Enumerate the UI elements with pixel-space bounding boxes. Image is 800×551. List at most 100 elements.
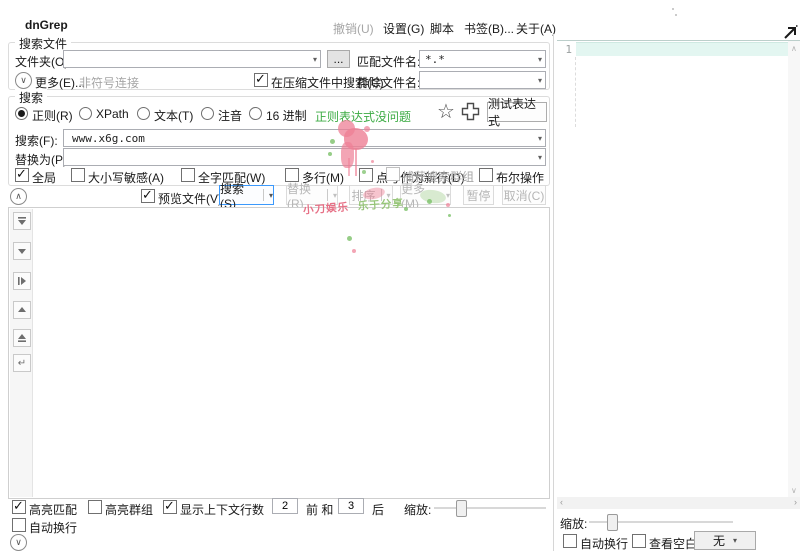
panel-splitter[interactable] [553,34,554,551]
search-type-hex-label[interactable]: 16 进制 [266,107,307,124]
chevron-up-icon: ∧ [15,191,22,201]
results-zoom-label: 缩放: [404,501,431,518]
bookmark-star-icon[interactable]: ☆ [437,99,455,124]
boolean-operators-label[interactable]: 布尔操作 [496,169,544,186]
button-separator [263,189,264,201]
highlight-groups-label[interactable]: 高亮群组 [105,501,153,518]
results-zoom-slider-thumb[interactable] [456,500,467,517]
context-before-input[interactable] [272,498,298,514]
open-preview-window-icon[interactable] [781,24,799,41]
chevron-down-icon[interactable]: ▾ [538,134,542,143]
case-sensitive-checkbox[interactable] [71,168,85,182]
highlight-match-checkbox[interactable] [12,500,26,514]
button-separator [327,189,328,201]
show-context-label[interactable]: 显示上下文行数 [180,501,264,518]
results-nav-strip: ↵ [10,209,33,497]
search-type-xpath-label[interactable]: XPath [96,107,129,121]
case-sensitive-label[interactable]: 大小写敏感(A) [88,169,164,186]
preview-zoom-slider-thumb[interactable] [607,514,618,531]
wrap-lines-button[interactable]: ↵ [13,354,31,372]
search-type-text-label[interactable]: 文本(T) [154,107,193,124]
search-type-xpath-radio[interactable] [79,107,92,120]
bar-down-arrow-icon [17,216,27,226]
exclude-filename-combobox[interactable]: ▾ [419,71,546,89]
results-area: ↵ [8,207,550,499]
boolean-operators-checkbox[interactable] [479,168,493,182]
chevron-down-icon: ▾ [733,536,737,545]
previous-match-button[interactable] [13,301,31,319]
collapse-top-panel-button[interactable]: ∧ [10,188,27,205]
highlight-match-label[interactable]: 高亮匹配 [29,501,77,518]
preview-vertical-scrollbar[interactable]: ∧ ∨ [788,41,800,498]
context-end-label: 后 [372,501,384,518]
menu-settings[interactable]: 设置(G) [383,20,424,37]
more-options-expander[interactable]: ∨ [15,72,32,89]
preview-horizontal-scrollbar[interactable]: ‹ › [557,497,800,509]
replace-button-label: 替换(R) [287,180,322,211]
line-number: 1 [565,43,572,56]
preview-word-wrap-checkbox[interactable] [563,534,577,548]
search-type-text-radio[interactable] [137,107,150,120]
highlight-dropdown[interactable]: 无 ▾ [694,531,756,550]
preview-file-checkbox[interactable] [141,189,155,203]
menu-script[interactable]: 脚本 [430,20,454,37]
expand-bottom-panel-button[interactable]: ∨ [10,534,27,551]
folder-combobox[interactable]: ▾ [63,50,321,68]
capture-groups-checkbox [386,167,400,181]
replace-with-combobox[interactable]: ▾ [63,148,546,166]
show-whitespace-checkbox[interactable] [632,534,646,548]
global-label[interactable]: 全局 [32,169,56,186]
highlight-groups-checkbox[interactable] [88,500,102,514]
preview-editor[interactable]: 1 ∧ ∨ [557,40,800,498]
search-for-combobox[interactable]: www.x6g.com ▾ [63,129,546,147]
whole-word-checkbox[interactable] [181,168,195,182]
preview-file-label[interactable]: 预览文件(V) [158,190,222,207]
search-type-regex-radio[interactable] [15,107,28,120]
menu-about[interactable]: 关于(A) [516,20,556,37]
match-filename-value: *.* [425,53,445,66]
scroll-left-icon[interactable]: ‹ [560,497,563,507]
chevron-down-icon[interactable]: ▾ [269,191,273,200]
search-type-phonetic-label[interactable]: 注音 [218,107,242,124]
context-after-input[interactable] [338,498,364,514]
next-file-button[interactable] [13,212,31,230]
results-word-wrap-label[interactable]: 自动换行 [29,519,77,536]
cancel-button: 取消(C) [502,185,546,205]
test-expression-button[interactable]: 测试表达式 [487,102,547,122]
previous-file-button[interactable] [13,329,31,347]
preview-word-wrap-label[interactable]: 自动换行 [580,535,628,551]
add-bookmark-icon[interactable] [461,102,480,121]
return-arrow-icon: ↵ [18,358,26,369]
match-filename-label: 匹配文件名: [357,53,420,70]
menu-bookmarks[interactable]: 书签(B)... [464,20,514,37]
scroll-right-icon[interactable]: › [794,497,797,507]
chevron-down-icon[interactable]: ▾ [538,55,542,64]
current-match-button[interactable] [13,272,31,290]
chevron-down-icon[interactable]: ▾ [538,153,542,162]
next-match-button[interactable] [13,242,31,260]
file-section-group: 搜索文件 文件夹(O): ▾ ... 匹配文件名: *.* ▾ ∨ 更多(E).… [8,42,550,90]
search-archives-checkbox[interactable] [254,73,268,87]
search-type-regex-label[interactable]: 正则(R) [32,107,73,124]
bar-up-arrow-icon [17,333,27,343]
scroll-up-icon[interactable]: ∧ [791,44,797,53]
preview-zoom-label: 缩放: [560,515,587,532]
show-context-checkbox[interactable] [163,500,177,514]
search-type-hex-radio[interactable] [249,107,262,120]
global-checkbox[interactable] [15,168,29,182]
browse-button[interactable]: ... [327,50,350,68]
current-line-highlight [576,42,788,56]
sort-button: 排序 ▾ [349,185,393,205]
results-zoom-slider-track[interactable] [434,507,546,509]
down-arrow-icon [17,246,27,256]
chevron-down-icon[interactable]: ▾ [313,55,317,64]
search-button[interactable]: 搜索(S) ▾ [219,185,274,205]
search-type-phonetic-radio[interactable] [201,107,214,120]
match-filename-combobox[interactable]: *.* ▾ [419,50,546,68]
scroll-down-icon[interactable]: ∨ [791,486,797,495]
results-word-wrap-checkbox[interactable] [12,518,26,532]
chevron-down-icon[interactable]: ▾ [538,76,542,85]
dot-as-newline-checkbox[interactable] [359,168,373,182]
more-button-label: 更多(M) [401,180,442,211]
gutter-divider [575,57,576,127]
